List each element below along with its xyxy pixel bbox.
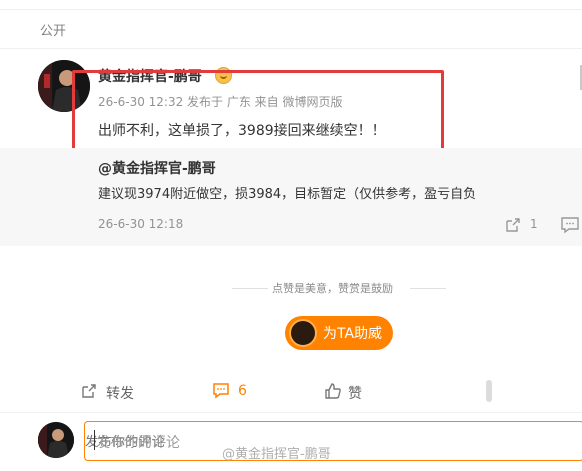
like-icon[interactable] [324, 382, 342, 400]
reward-avatar-icon [289, 319, 317, 347]
repost-icon[interactable] [80, 382, 98, 400]
text-caret [94, 430, 95, 450]
action-bar: 转发 6 赞 [0, 378, 582, 406]
quoted-author[interactable]: @黄金指挥官-鹏哥 [98, 158, 216, 178]
divider [232, 288, 268, 289]
quoted-time: 26-6-30 12:18 [98, 217, 184, 231]
highlight-box [72, 70, 444, 158]
divider [410, 288, 446, 289]
like-button[interactable]: 赞 [348, 383, 362, 403]
divider [0, 412, 582, 413]
comment-icon[interactable] [560, 216, 580, 234]
watermark: @黄金指挥官-鹏哥 [222, 447, 331, 462]
reward-button[interactable]: 为TA助威 [285, 316, 393, 350]
quoted-text: 建议现3974附近做空，损3984，目标暂定（仅供参考，盈亏自负 [98, 187, 477, 202]
top-divider [0, 0, 582, 10]
reward-tagline: 点赞是美意，赞赏是鼓励 [272, 282, 393, 295]
comment-icon[interactable] [212, 382, 230, 400]
reward-button-label: 为TA助威 [323, 326, 383, 342]
repost-button[interactable]: 转发 [106, 383, 134, 403]
visibility-label: 公开 [40, 24, 67, 39]
comment-count[interactable]: 6 [238, 383, 247, 399]
divider [0, 48, 582, 49]
scroll-indicator [486, 380, 492, 402]
current-user-avatar[interactable] [38, 422, 74, 458]
quoted-share-count: 1 [530, 217, 538, 231]
share-icon[interactable] [504, 216, 522, 234]
comment-placeholder-text: 发布你的评论 [96, 435, 180, 451]
